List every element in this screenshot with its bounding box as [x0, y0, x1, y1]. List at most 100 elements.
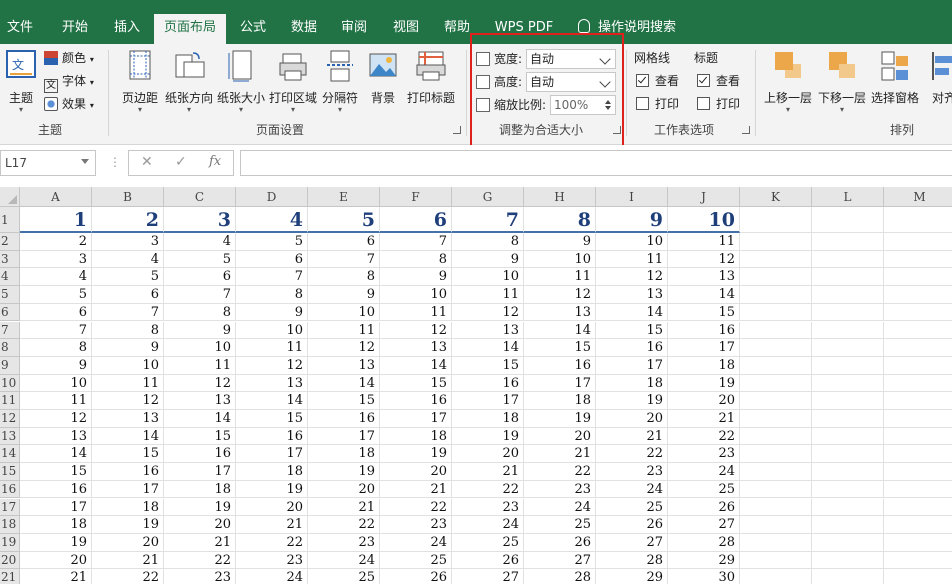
cell-l14[interactable] — [812, 445, 884, 464]
cell-m14[interactable] — [884, 445, 952, 464]
cell-l13[interactable] — [812, 427, 884, 446]
cell-k19[interactable] — [740, 533, 812, 552]
cell-i8[interactable]: 16 — [596, 339, 668, 357]
cell-d8[interactable]: 11 — [236, 339, 308, 357]
cell-f9[interactable]: 14 — [380, 356, 452, 375]
cell-d19[interactable]: 22 — [236, 533, 308, 552]
cell-c18[interactable]: 20 — [164, 516, 236, 534]
tab-file[interactable]: 文件 — [0, 16, 40, 44]
cell-b9[interactable]: 10 — [92, 356, 164, 375]
cell-e3[interactable]: 7 — [308, 250, 380, 269]
cell-b13[interactable]: 14 — [92, 427, 164, 446]
cell-f7[interactable]: 12 — [380, 321, 452, 340]
cell-i7[interactable]: 15 — [596, 321, 668, 340]
cell-a19[interactable]: 19 — [20, 533, 92, 552]
cell-a1[interactable]: 1 — [20, 207, 92, 233]
cell-j20[interactable]: 29 — [668, 551, 740, 570]
spin-up-icon[interactable] — [605, 100, 611, 104]
cell-c2[interactable]: 4 — [164, 233, 236, 251]
cell-i6[interactable]: 14 — [596, 303, 668, 322]
cell-l7[interactable] — [812, 321, 884, 340]
cell-a15[interactable]: 15 — [20, 463, 92, 481]
cell-g8[interactable]: 14 — [452, 339, 524, 357]
cell-d1[interactable]: 4 — [236, 207, 308, 233]
cell-b21[interactable]: 22 — [92, 569, 164, 584]
cell-e9[interactable]: 13 — [308, 356, 380, 375]
cell-c13[interactable]: 15 — [164, 427, 236, 446]
cell-b1[interactable]: 2 — [92, 207, 164, 233]
cell-d4[interactable]: 7 — [236, 268, 308, 287]
spin-down-icon[interactable] — [605, 106, 611, 110]
print-area-button[interactable]: 打印区域 ▾ — [268, 50, 318, 114]
cell-l17[interactable] — [812, 498, 884, 517]
cell-i18[interactable]: 26 — [596, 516, 668, 534]
cell-k18[interactable] — [740, 516, 812, 534]
cell-m3[interactable] — [884, 251, 952, 269]
cell-c16[interactable]: 18 — [164, 480, 236, 499]
cell-d2[interactable]: 5 — [236, 233, 308, 251]
cell-f18[interactable]: 23 — [380, 516, 452, 534]
column-header-h[interactable]: H — [524, 187, 596, 207]
cell-d16[interactable]: 19 — [236, 480, 308, 499]
cell-g1[interactable]: 7 — [452, 207, 524, 233]
cell-g15[interactable]: 21 — [452, 463, 524, 481]
cell-f12[interactable]: 17 — [380, 410, 452, 428]
cell-f10[interactable]: 15 — [380, 374, 452, 393]
align-button[interactable]: 对齐 — [924, 50, 952, 106]
cell-e20[interactable]: 24 — [308, 551, 380, 570]
cell-m4[interactable] — [884, 268, 952, 287]
cell-m9[interactable] — [884, 357, 952, 375]
cell-k17[interactable] — [740, 498, 812, 517]
cell-f3[interactable]: 8 — [380, 250, 452, 269]
cell-c1[interactable]: 3 — [164, 207, 236, 233]
cell-e16[interactable]: 20 — [308, 480, 380, 499]
cell-b19[interactable]: 20 — [92, 533, 164, 552]
cell-h1[interactable]: 8 — [524, 207, 596, 233]
cell-h9[interactable]: 16 — [524, 356, 596, 375]
name-box[interactable]: L17 — [0, 150, 96, 176]
column-header-d[interactable]: D — [236, 187, 308, 207]
cell-j21[interactable]: 30 — [668, 569, 740, 584]
cell-e8[interactable]: 12 — [308, 339, 380, 357]
cell-h3[interactable]: 10 — [524, 250, 596, 269]
cell-l15[interactable] — [812, 463, 884, 481]
cell-m2[interactable] — [884, 233, 952, 251]
orientation-button[interactable]: 纸张方向 ▾ — [164, 50, 214, 114]
cell-k21[interactable] — [740, 569, 812, 584]
cell-m8[interactable] — [884, 339, 952, 357]
cell-d6[interactable]: 9 — [236, 303, 308, 322]
cell-j17[interactable]: 26 — [668, 498, 740, 517]
row-header-12[interactable]: 12 — [0, 410, 20, 428]
cell-d5[interactable]: 8 — [236, 286, 308, 304]
page-setup-launcher-icon[interactable] — [453, 126, 461, 134]
cell-b16[interactable]: 17 — [92, 480, 164, 499]
cell-g20[interactable]: 26 — [452, 551, 524, 570]
cell-f1[interactable]: 6 — [380, 207, 452, 233]
margins-button[interactable]: 页边距 ▾ — [118, 50, 162, 114]
cell-j10[interactable]: 19 — [668, 374, 740, 393]
cell-d20[interactable]: 23 — [236, 551, 308, 570]
column-header-i[interactable]: I — [596, 187, 668, 207]
cell-a21[interactable]: 21 — [20, 569, 92, 584]
cell-d21[interactable]: 24 — [236, 569, 308, 584]
cell-h19[interactable]: 26 — [524, 533, 596, 552]
cell-b12[interactable]: 13 — [92, 410, 164, 428]
cell-j2[interactable]: 11 — [668, 233, 740, 251]
cell-b14[interactable]: 15 — [92, 445, 164, 464]
cell-j18[interactable]: 27 — [668, 516, 740, 534]
cell-b10[interactable]: 11 — [92, 374, 164, 393]
cell-k5[interactable] — [740, 286, 812, 304]
cell-l9[interactable] — [812, 356, 884, 375]
cell-h12[interactable]: 19 — [524, 410, 596, 428]
cell-l20[interactable] — [812, 551, 884, 570]
cell-j4[interactable]: 13 — [668, 268, 740, 287]
column-header-f[interactable]: F — [380, 187, 452, 207]
cell-c20[interactable]: 22 — [164, 551, 236, 570]
cell-h13[interactable]: 20 — [524, 427, 596, 446]
cell-k13[interactable] — [740, 427, 812, 446]
tab-review[interactable]: 审阅 — [332, 16, 376, 44]
cell-e2[interactable]: 6 — [308, 233, 380, 251]
cell-f15[interactable]: 20 — [380, 463, 452, 481]
cell-e4[interactable]: 8 — [308, 268, 380, 287]
cell-k12[interactable] — [740, 410, 812, 428]
